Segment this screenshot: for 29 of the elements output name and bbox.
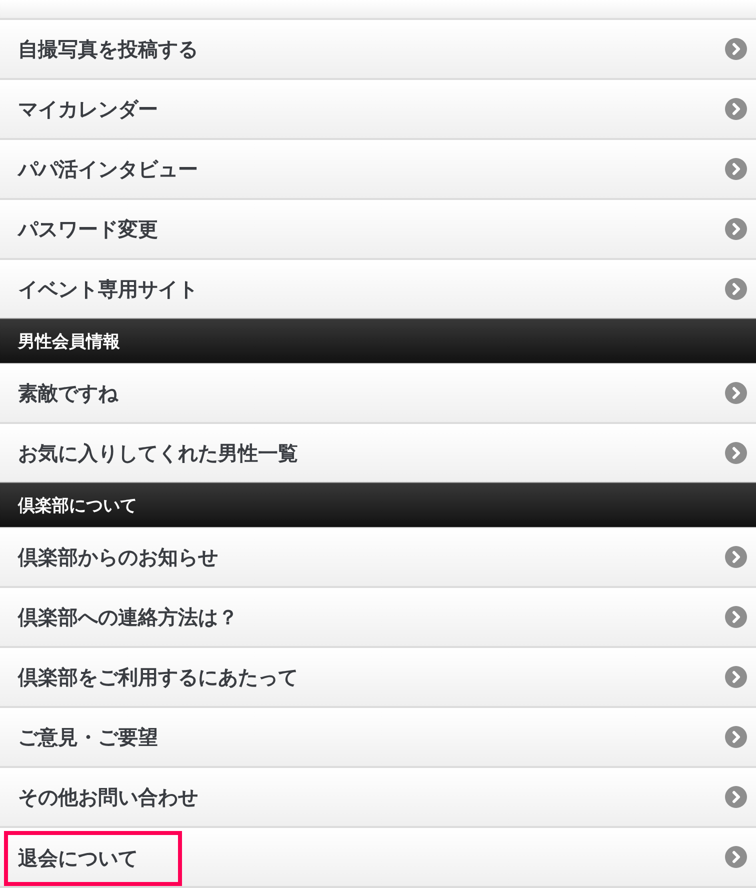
- section-header: 男性会員情報: [0, 318, 756, 364]
- chevron-icon: [725, 846, 747, 868]
- chevron-icon: [725, 218, 747, 240]
- item-label: お気に入りしてくれた男性一覧: [18, 440, 298, 466]
- item-label: 退会について: [18, 845, 138, 872]
- item-label: ご意見・ご要望: [18, 724, 158, 750]
- item-label: 自撮写真を投稿する: [18, 36, 198, 62]
- section-header: 倶楽部について: [0, 482, 756, 528]
- item-label: 倶楽部からのお知らせ: [18, 544, 218, 570]
- chevron-icon: [725, 278, 747, 300]
- item-label: その他お問い合わせ: [18, 784, 198, 810]
- item-label: 倶楽部への連絡方法は？: [18, 604, 238, 630]
- chevron-icon: [725, 546, 747, 568]
- chevron-icon: [725, 606, 747, 628]
- chevron-icon: [725, 666, 747, 688]
- item-label: イベント専用サイト: [18, 276, 198, 302]
- chevron-icon: [725, 158, 747, 180]
- chevron-icon: [725, 38, 747, 60]
- item-label: パパ活インタビュー: [18, 156, 198, 182]
- chevron-icon: [725, 382, 747, 404]
- item-label: 倶楽部をご利用するにあたって: [18, 664, 298, 690]
- list-item[interactable]: 退会について: [0, 828, 756, 888]
- chevron-icon: [725, 786, 747, 808]
- item-label: マイカレンダー: [18, 96, 158, 122]
- chevron-icon: [725, 98, 747, 120]
- item-label: 素敵ですね: [18, 380, 118, 406]
- chevron-icon: [725, 726, 747, 748]
- chevron-icon: [725, 442, 747, 464]
- item-label: パスワード変更: [18, 216, 158, 242]
